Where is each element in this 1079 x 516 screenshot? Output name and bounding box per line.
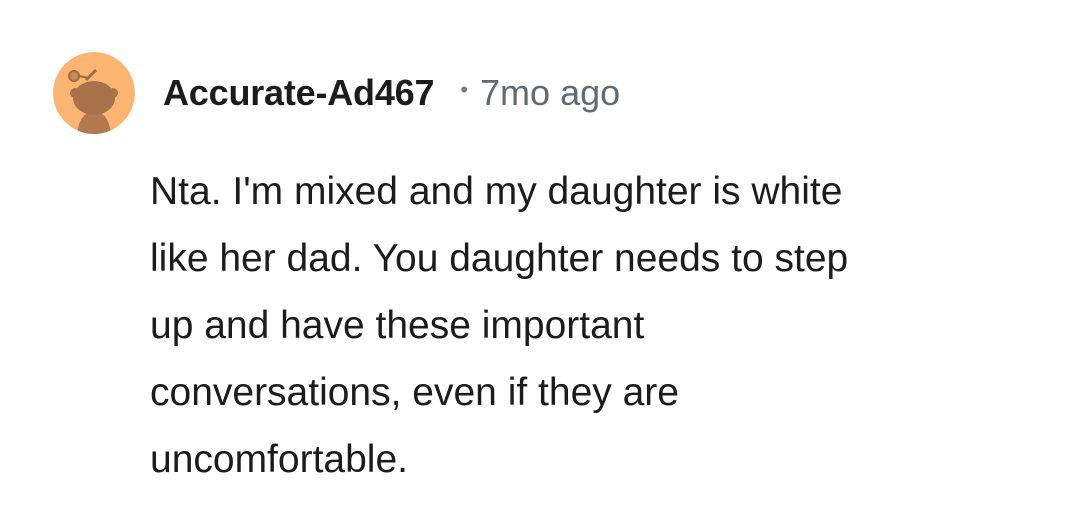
separator-dot: • bbox=[460, 77, 469, 102]
comment-header: Accurate-Ad467 • 7mo ago bbox=[163, 68, 620, 118]
author-username[interactable]: Accurate-Ad467 bbox=[163, 72, 435, 114]
comment-line: conversations, even if they are bbox=[150, 371, 679, 414]
comment-line: up and have these important bbox=[150, 304, 645, 347]
comment-line: Nta. I'm mixed and my daughter is white bbox=[150, 170, 843, 213]
comment: Accurate-Ad467 • 7mo ago Nta. I'm mixed … bbox=[0, 0, 1079, 516]
comment-line: uncomfortable. bbox=[150, 438, 408, 481]
comment-line: like her dad. You daughter needs to step bbox=[150, 237, 849, 280]
snoo-avatar-icon bbox=[53, 52, 135, 134]
user-avatar[interactable] bbox=[53, 52, 135, 134]
comment-body: Nta. I'm mixed and my daughter is white … bbox=[150, 158, 1050, 493]
comment-timestamp: 7mo ago bbox=[480, 72, 621, 113]
